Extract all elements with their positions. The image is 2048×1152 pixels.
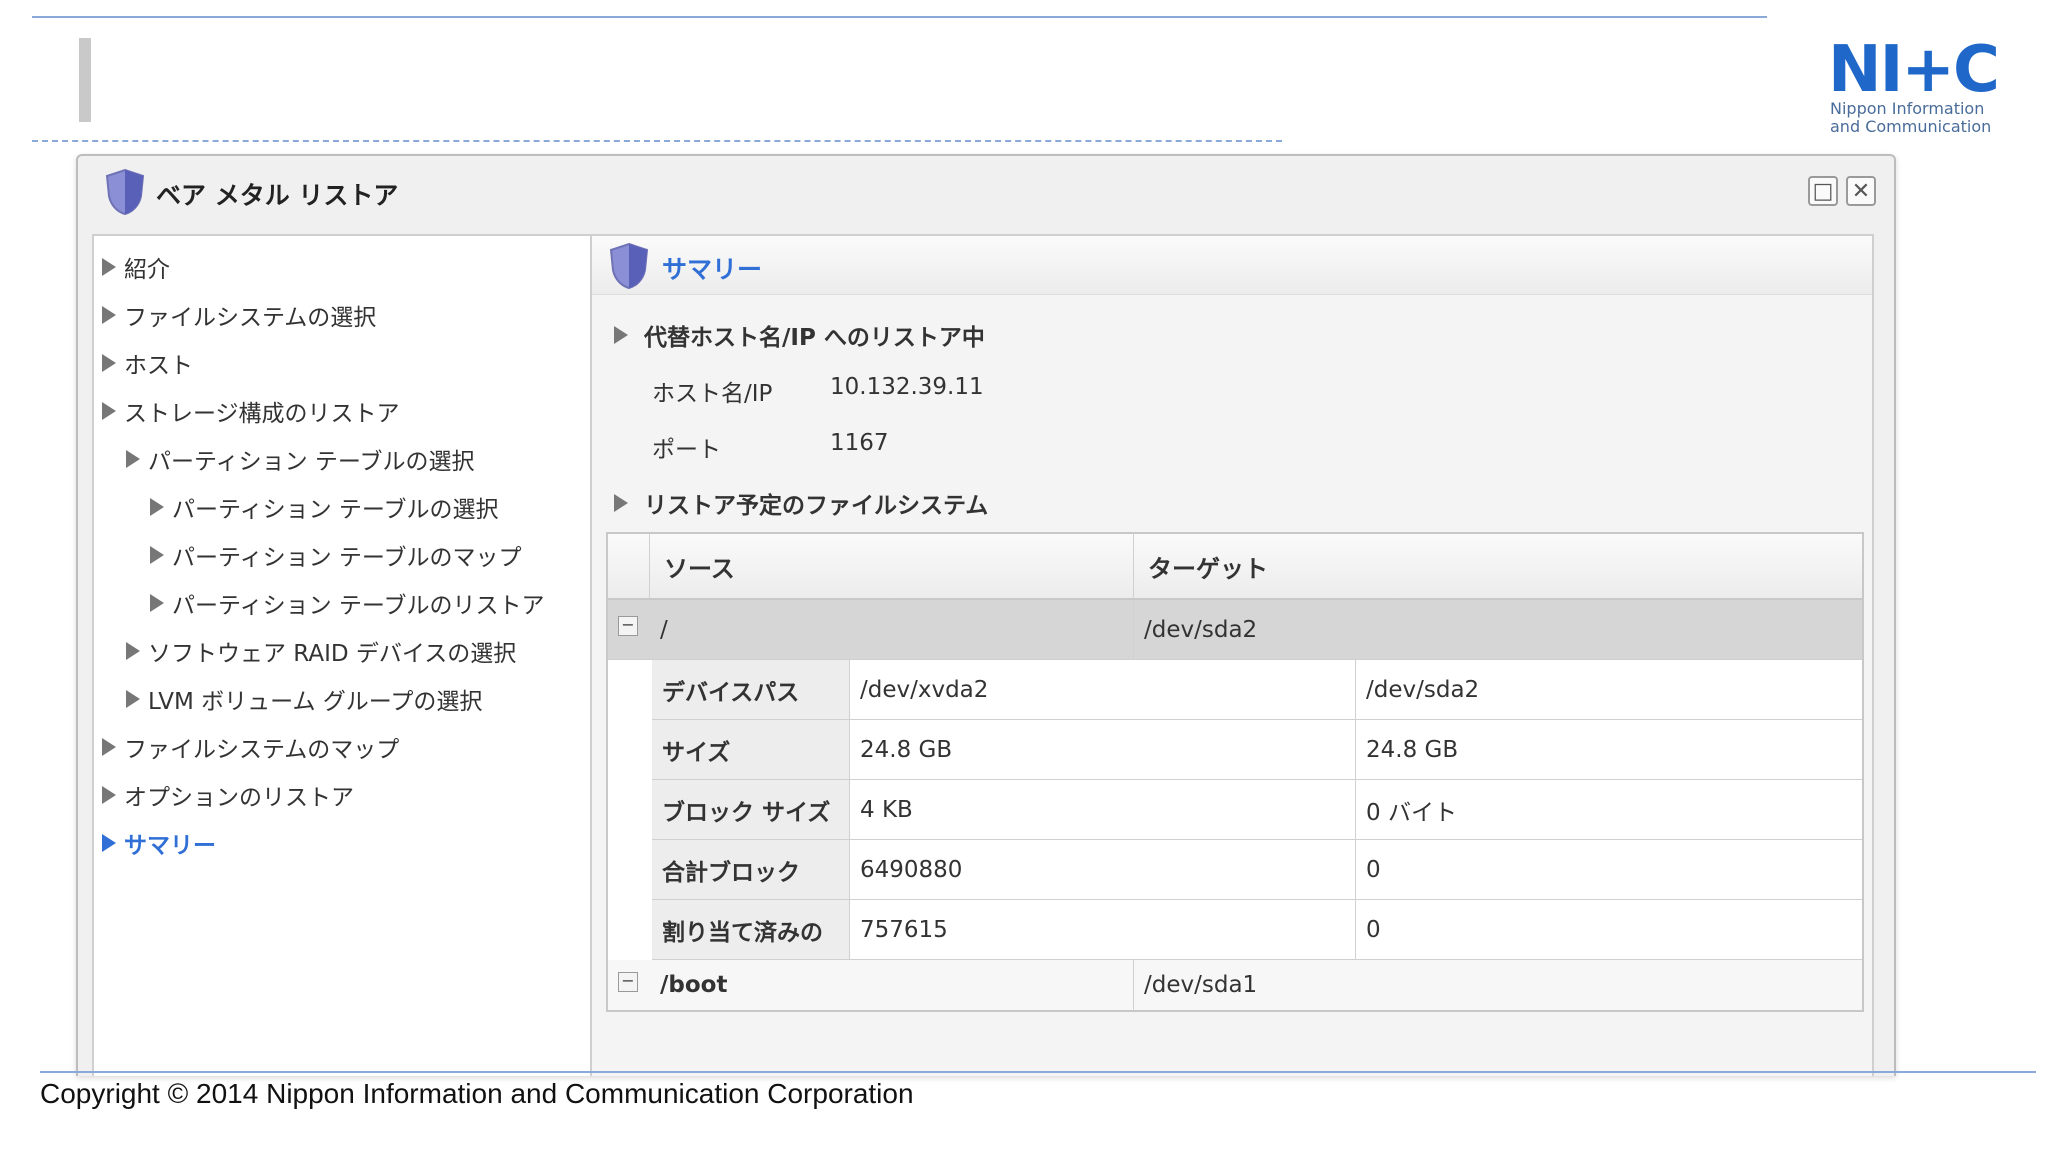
collapse-icon[interactable]: − [618,616,638,636]
detail-source: 757615 [850,900,1356,959]
grid-group-row-boot[interactable]: − /boot /dev/sda1 [608,960,1862,1010]
triangle-icon [614,494,628,512]
footer-rule [40,1071,2036,1073]
triangle-icon [102,834,116,852]
host-label: ホスト名/IP [652,381,773,407]
group-target: /dev/sda2 [1144,616,1258,643]
shield-icon [105,168,145,216]
nav-item-lvm-select[interactable]: LVM ボリューム グループの選択 [126,682,482,716]
detail-row: デバイスパス /dev/xvda2 /dev/sda2 [652,660,1862,720]
summary-title: サマリー [662,255,763,284]
detail-row: 割り当て済みの 757615 0 [652,900,1862,960]
company-logo: NI+C Nippon Information and Communicatio… [1828,33,2008,136]
nav-item-partition-map[interactable]: パーティション テーブルのマップ [150,538,522,572]
close-button[interactable]: ✕ [1846,176,1876,206]
triangle-icon [102,258,116,276]
nav-item-raid-select[interactable]: ソフトウェア RAID デバイスの選択 [126,634,516,668]
collapse-icon[interactable]: − [618,972,638,992]
nav-item-storage-restore[interactable]: ストレージ構成のリストア [102,394,400,428]
triangle-icon [126,690,140,708]
header-rule [32,16,1767,18]
detail-target: 0 バイト [1366,799,1457,826]
detail-label: 合計ブロック [652,840,850,899]
dashed-divider [32,140,1282,142]
detail-label: 割り当て済みの [652,900,850,959]
triangle-icon [102,402,116,420]
dialog-title: ベア メタル リストア [156,181,399,210]
nav-item-partition-restore[interactable]: パーティション テーブルのリストア [150,586,545,620]
maximize-button[interactable]: □ [1808,176,1838,206]
triangle-icon [102,306,116,324]
nav-item-partition-select[interactable]: パーティション テーブルの選択 [126,442,475,476]
wizard-nav: 紹介 ファイルシステムの選択 ホスト ストレージ構成のリストア パーティション … [92,234,592,1076]
grid-header-target[interactable]: ターゲット [1134,534,1862,600]
logo-line-1: Nippon Information [1830,99,1985,118]
grid-header-spacer [608,534,650,600]
slide-title-bar [79,38,91,122]
triangle-icon [150,594,164,612]
detail-source: 24.8 GB [850,720,1356,779]
grid-group-row-root[interactable]: − / /dev/sda2 [608,600,1862,660]
detail-source: 6490880 [850,840,1356,899]
nav-item-options-restore[interactable]: オプションのリストア [102,778,354,812]
filesystem-grid: ソース ターゲット − / /dev/sda2 デバイスパス /dev/xvda… [606,532,1864,1012]
dialog-header: ベア メタル リストア □ ✕ [78,156,1894,234]
section-filesystems: リストア予定のファイルシステム [614,486,988,520]
host-value: 10.132.39.11 [830,374,984,400]
detail-row: サイズ 24.8 GB 24.8 GB [652,720,1862,780]
triangle-icon [150,498,164,516]
detail-label: ブロック サイズ [652,780,850,839]
summary-panel: サマリー 代替ホスト名/IP へのリストア中 ホスト名/IP 10.132.39… [592,234,1874,1076]
section-alt-host: 代替ホスト名/IP へのリストア中 [614,318,985,352]
detail-row: 合計ブロック 6490880 0 [652,840,1862,900]
logo-line-2: and Communication [1830,117,1992,136]
detail-target: 24.8 GB [1366,736,1459,763]
nav-item-filesystem-map[interactable]: ファイルシステムのマップ [102,730,399,764]
port-label: ポート [652,437,721,463]
group-target: /dev/sda1 [1144,972,1258,998]
triangle-icon [150,546,164,564]
detail-label: デバイスパス [652,660,850,719]
triangle-icon [102,738,116,756]
group-source: / [650,600,1134,659]
triangle-icon [126,642,140,660]
triangle-icon [614,326,628,344]
logo-mark: NI+C [1828,33,2000,107]
detail-target: /dev/sda2 [1366,676,1480,703]
nav-item-partition-select-sub[interactable]: パーティション テーブルの選択 [150,490,499,524]
nav-item-intro[interactable]: 紹介 [102,250,170,284]
port-value: 1167 [830,430,889,456]
detail-target: 0 [1366,856,1381,883]
detail-source: 4 KB [850,780,1356,839]
group-source: /boot [650,960,1134,1010]
triangle-icon [102,786,116,804]
nav-item-summary[interactable]: サマリー [102,826,216,860]
grid-header-source[interactable]: ソース [650,534,1134,600]
detail-label: サイズ [652,720,850,779]
nav-item-host[interactable]: ホスト [102,346,193,380]
copyright-text: Copyright © 2014 Nippon Information and … [40,1078,914,1109]
detail-row: ブロック サイズ 4 KB 0 バイト [652,780,1862,840]
nav-item-select-filesystem[interactable]: ファイルシステムの選択 [102,298,376,332]
summary-header: サマリー [592,236,1872,295]
detail-target: 0 [1366,916,1381,943]
triangle-icon [102,354,116,372]
detail-source: /dev/xvda2 [850,660,1356,719]
triangle-icon [126,450,140,468]
bare-metal-restore-dialog: ベア メタル リストア □ ✕ 紹介 ファイルシステムの選択 ホスト ストレージ… [76,154,1896,1076]
shield-icon [609,242,649,290]
